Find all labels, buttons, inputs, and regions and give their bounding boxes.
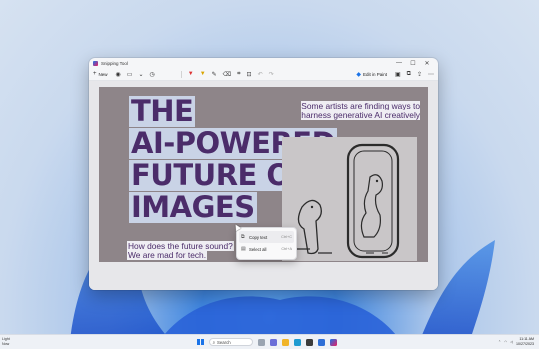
snipping-tool-app-icon (93, 60, 98, 66)
headline-line[interactable]: THE (129, 96, 196, 127)
menu-item-shortcut: Ctrl+C (281, 235, 292, 239)
task-view-icon[interactable] (257, 338, 265, 346)
store-icon[interactable] (305, 338, 313, 346)
taskbar-search[interactable]: ⌕ Search (208, 338, 253, 346)
side-caption[interactable]: Some artists are finding ways to harness… (290, 101, 420, 120)
edit-in-paint-label: Edit in Paint (362, 71, 387, 77)
crop-icon[interactable]: ⌗ (237, 71, 240, 78)
title-bar: Snipping Tool — ☐ ✕ (89, 58, 438, 68)
clock[interactable]: 11:11 AM 10/27/2023 (516, 337, 534, 346)
save-icon[interactable]: ▣ (395, 71, 401, 78)
bottom-caption-line[interactable]: We are mad for tech. (127, 250, 208, 260)
search-icon: ⌕ (212, 339, 215, 345)
camera-icon[interactable]: ◉ (116, 71, 121, 78)
weather-line: Now (2, 341, 10, 346)
snip-mode-icon[interactable]: ⌄ (138, 71, 143, 78)
close-button[interactable]: ✕ (420, 60, 434, 67)
redo-icon[interactable]: ↷ (269, 71, 274, 78)
headline-line[interactable]: IMAGES (129, 192, 257, 223)
window-title: Snipping Tool (101, 60, 128, 66)
side-caption-text[interactable]: Some artists are finding ways to harness… (301, 101, 420, 120)
capture-canvas: THE AI-POWERED FUTURE OF IMAGES Some art… (89, 81, 438, 290)
highlighter-icon[interactable]: ✎ (212, 71, 217, 78)
volume-icon[interactable]: ◁ (510, 340, 513, 344)
copy-icon[interactable]: ⧉ (407, 71, 411, 78)
toolbar: + New ◉ ▭ ⌄ ◷ ▼ ▼ ✎ ⌫ ⌗ ⊡ ↶ ↷ ◆ Edit in … (89, 68, 438, 81)
time: 11:11 AM (519, 337, 534, 341)
date: 10/27/2023 (516, 341, 534, 346)
select-all-menu-item[interactable]: ▤ Select all Ctrl+A (237, 243, 296, 255)
snipping-tool-window: Snipping Tool — ☐ ✕ + New ◉ ▭ ⌄ ◷ ▼ ▼ ✎ … (89, 58, 438, 290)
context-menu: ⧉ Copy text Ctrl+C ▤ Select all Ctrl+A (236, 227, 297, 260)
taskbar-center: ⌕ Search (197, 338, 337, 346)
paint-icon: ◆ (356, 71, 361, 78)
file-explorer-icon[interactable] (281, 338, 289, 346)
windows-start-icon[interactable] (197, 338, 204, 346)
snipping-tool-taskbar-icon[interactable] (329, 338, 337, 346)
video-icon[interactable]: ▭ (127, 71, 133, 78)
weather-line: Light (2, 337, 10, 341)
new-label: New (98, 71, 108, 77)
undo-icon[interactable]: ↶ (258, 71, 263, 78)
text-actions-icon[interactable]: ⊡ (247, 71, 252, 78)
more-icon[interactable]: ⋯ (428, 71, 434, 78)
pen-yellow-icon[interactable]: ▼ (200, 71, 206, 77)
share-icon[interactable]: ⇪ (417, 71, 422, 78)
chevron-up-icon[interactable]: ⌃ (498, 340, 501, 344)
taskbar: Light Now ⌕ Search ⌃ ◠ ◁ 11:11 AM 10/27/… (0, 334, 539, 349)
copy-icon: ⧉ (241, 234, 245, 240)
captured-image[interactable]: THE AI-POWERED FUTURE OF IMAGES Some art… (99, 87, 428, 262)
bottom-caption[interactable]: How does the future sound? We are mad fo… (127, 241, 234, 260)
menu-item-label: Copy text (249, 234, 268, 240)
minimize-button[interactable]: — (392, 60, 406, 66)
edit-in-paint-button[interactable]: ◆ Edit in Paint (356, 71, 387, 78)
plus-icon: + (93, 71, 97, 77)
pen-red-icon[interactable]: ▼ (188, 71, 194, 77)
menu-item-shortcut: Ctrl+A (281, 247, 292, 251)
new-button[interactable]: + New (93, 71, 108, 77)
weather-widget[interactable]: Light Now (2, 337, 10, 346)
mail-icon[interactable] (317, 338, 325, 346)
edge-icon[interactable] (293, 338, 301, 346)
eraser-icon[interactable]: ⌫ (223, 71, 231, 78)
system-tray: ⌃ ◠ ◁ 11:11 AM 10/27/2023 (498, 337, 534, 346)
search-placeholder: Search (217, 339, 231, 345)
wifi-icon[interactable]: ◠ (504, 340, 507, 344)
chat-icon[interactable] (269, 338, 277, 346)
copy-text-menu-item[interactable]: ⧉ Copy text Ctrl+C (239, 231, 294, 243)
toolbar-divider (180, 70, 182, 78)
mirror-illustration (282, 137, 417, 261)
select-all-icon: ▤ (241, 246, 246, 252)
timer-icon[interactable]: ◷ (149, 71, 154, 78)
maximize-button[interactable]: ☐ (406, 60, 420, 67)
menu-item-label: Select all (249, 246, 267, 252)
